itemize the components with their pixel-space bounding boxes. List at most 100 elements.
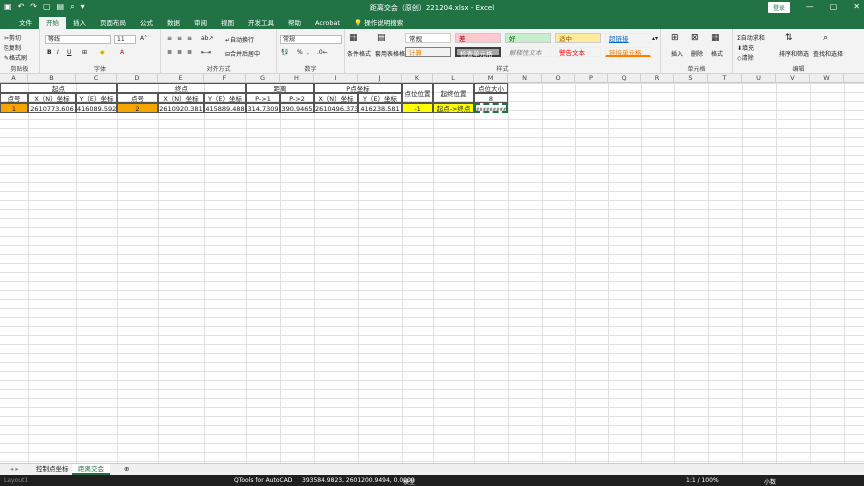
column-header-h[interactable]: H — [280, 74, 314, 83]
subheader-j[interactable]: Y（E）坐标 — [358, 93, 402, 103]
delete-cells-icon[interactable]: ⊠ — [691, 33, 699, 43]
header-start-end[interactable]: 起终位置 — [433, 83, 474, 103]
tab-help[interactable]: 帮助 — [281, 17, 308, 29]
find-select-icon[interactable]: ⌕ — [823, 33, 828, 43]
column-header-c[interactable]: C — [76, 74, 117, 83]
style-check-cell[interactable]: 检查单元格 — [455, 47, 501, 58]
column-header-o[interactable]: O — [542, 74, 575, 83]
decimal-icon[interactable]: .0← — [317, 49, 328, 56]
subheader-f[interactable]: Y（E）坐标 — [204, 93, 246, 103]
style-good[interactable]: 好 — [505, 33, 551, 43]
header-start[interactable]: 起点 — [0, 83, 117, 93]
conditional-format-icon[interactable]: ▦ — [349, 33, 358, 43]
subheader-h[interactable]: P->2 — [280, 93, 314, 103]
sheet-tab-control-points[interactable]: 控制点坐标 — [30, 464, 75, 475]
column-header-e[interactable]: E — [158, 74, 204, 83]
fill-color-icon[interactable]: ◆ — [100, 49, 105, 56]
tab-developer[interactable]: 开发工具 — [241, 17, 281, 29]
subheader-i[interactable]: X（N）坐标 — [314, 93, 358, 103]
style-calculation[interactable]: 计算 — [405, 47, 451, 57]
merge-center-button[interactable]: ⊟合并后居中 — [225, 49, 260, 58]
tab-file[interactable]: 文件 — [12, 17, 39, 29]
start-point-id[interactable]: 1 — [0, 103, 28, 113]
bold-icon[interactable]: B — [47, 49, 52, 56]
end-x[interactable]: 2610920.381 — [158, 103, 204, 113]
insert-cells-icon[interactable]: ⊞ — [671, 33, 679, 43]
copy-button[interactable]: ⎘复制 — [4, 43, 21, 53]
font-name-combo[interactable]: 等线 — [45, 35, 111, 44]
column-header-j[interactable]: J — [358, 74, 402, 83]
end-point-id[interactable]: 2 — [117, 103, 158, 113]
find-select-button[interactable]: 查找和选择 — [813, 49, 843, 58]
column-header-r[interactable]: R — [641, 74, 674, 83]
subheader-d[interactable]: 点号 — [117, 93, 158, 103]
column-header-k[interactable]: K — [402, 74, 433, 83]
styles-scroll-icon[interactable]: ▴▾ — [652, 35, 658, 42]
subheader-a[interactable]: 点号 — [0, 93, 28, 103]
sheet-nav-icon[interactable]: ◂ ▸ — [4, 464, 25, 475]
subheader-e[interactable]: X（N）坐标 — [158, 93, 204, 103]
subheader-g[interactable]: P->1 — [246, 93, 280, 103]
dist-p2[interactable]: 390.9465 — [280, 103, 314, 113]
column-header-t[interactable]: T — [708, 74, 742, 83]
column-header-i[interactable]: I — [314, 74, 358, 83]
tab-home[interactable]: 开始 — [39, 17, 66, 29]
worksheet-grid[interactable]: 起点 终点 距离 P点坐标 点位位置 起终位置 点位大小 点号 X（N）坐标 Y（E）坐标 点号 X（… — [0, 83, 864, 463]
align-left-icon[interactable]: ≣ — [167, 49, 172, 56]
end-y[interactable]: 415889.488 — [204, 103, 246, 113]
borders-icon[interactable]: ⊞ — [82, 49, 87, 56]
maximize-icon[interactable]: ▢ — [830, 2, 838, 11]
style-linked-cell[interactable]: 链接单元格 — [605, 47, 651, 57]
fill-button[interactable]: ⬇填充 — [737, 43, 754, 52]
p-x[interactable]: 2610496.373 — [314, 103, 358, 113]
grow-font-icon[interactable]: A˄ — [140, 35, 147, 42]
format-table-icon[interactable]: ▤ — [377, 33, 386, 43]
column-header-b[interactable]: B — [28, 74, 76, 83]
wrap-text-button[interactable]: ↵自动换行 — [225, 35, 254, 44]
style-explanatory[interactable]: 解释性文本 — [505, 47, 551, 57]
close-icon[interactable]: ✕ — [853, 2, 860, 11]
column-header-a[interactable]: A — [0, 74, 28, 83]
align-middle-icon[interactable]: ≡ — [177, 35, 182, 42]
italic-icon[interactable]: I — [57, 49, 59, 56]
indent-icon[interactable]: ⇤⇥ — [201, 49, 211, 56]
header-end[interactable]: 终点 — [117, 83, 246, 93]
align-center-icon[interactable]: ≣ — [177, 49, 182, 56]
units-readout[interactable]: 小数 — [764, 477, 776, 486]
tell-me-search[interactable]: 💡 操作说明搜索 — [347, 17, 410, 29]
column-header-q[interactable]: Q — [608, 74, 641, 83]
percent-button[interactable]: % — [297, 49, 303, 56]
column-header-w[interactable]: W — [810, 74, 844, 83]
column-header-d[interactable]: D — [117, 74, 158, 83]
format-button[interactable]: 格式 — [711, 49, 723, 58]
model-label[interactable]: 模型 — [403, 477, 415, 486]
underline-icon[interactable]: U — [67, 49, 71, 56]
align-bottom-icon[interactable]: ≡ — [187, 35, 192, 42]
style-bad[interactable]: 差 — [455, 33, 501, 43]
column-header-p[interactable]: P — [575, 74, 608, 83]
layout-tab[interactable]: Layout1 — [4, 477, 28, 484]
align-top-icon[interactable]: ≡ — [167, 35, 172, 42]
style-neutral[interactable]: 适中 — [555, 33, 601, 43]
format-painter-button[interactable]: ✎格式刷 — [4, 53, 27, 62]
style-hyperlink[interactable]: 超链接 — [605, 33, 651, 43]
subheader-c[interactable]: Y（E）坐标 — [76, 93, 117, 103]
column-header-g[interactable]: G — [246, 74, 280, 83]
tab-page-layout[interactable]: 页面布局 — [93, 17, 133, 29]
column-header-n[interactable]: N — [508, 74, 542, 83]
point-size-value[interactable]: 8 — [474, 93, 508, 103]
sheet-tab-distance[interactable]: 距离交会 — [72, 464, 110, 475]
header-position[interactable]: 点位位置 — [402, 83, 433, 103]
header-point-size[interactable]: 点位大小 — [474, 83, 508, 93]
start-y[interactable]: 416089.592 — [76, 103, 117, 113]
comma-button[interactable]: , — [307, 49, 309, 56]
align-right-icon[interactable]: ≣ — [187, 49, 192, 56]
style-warning[interactable]: 警告文本 — [555, 47, 601, 57]
tab-review[interactable]: 审阅 — [187, 17, 214, 29]
autosum-button[interactable]: Σ自动求和 — [737, 33, 765, 42]
tab-insert[interactable]: 插入 — [66, 17, 93, 29]
column-header-l[interactable]: L — [433, 74, 474, 83]
font-size-combo[interactable]: 11 — [114, 35, 136, 44]
conditional-format-button[interactable]: 条件格式 — [347, 49, 371, 58]
position-value[interactable]: -1 — [402, 103, 433, 113]
